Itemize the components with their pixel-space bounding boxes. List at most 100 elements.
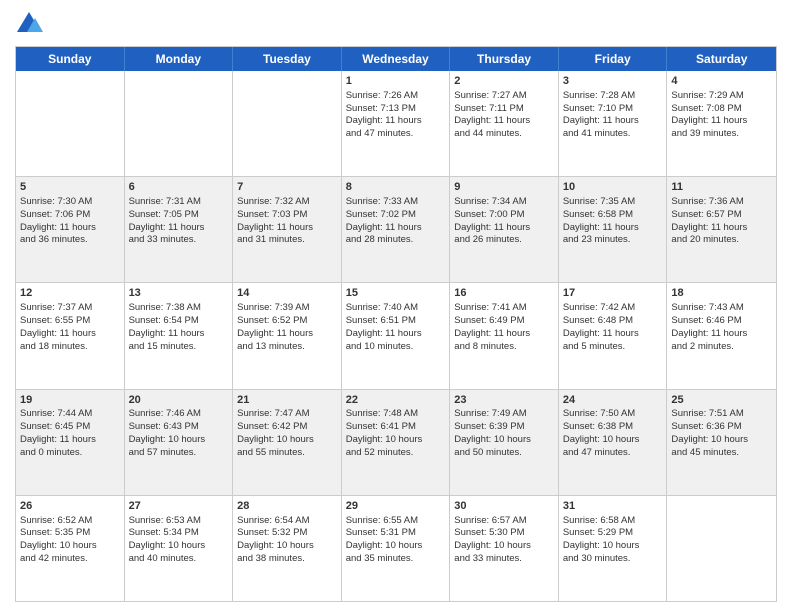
day-info-line: Daylight: 11 hours <box>237 222 337 235</box>
day-info-line: Sunset: 7:05 PM <box>129 209 229 222</box>
day-info-line: and 39 minutes. <box>671 128 772 141</box>
day-info-line: Daylight: 10 hours <box>563 540 663 553</box>
day-info-line: Daylight: 11 hours <box>129 222 229 235</box>
day-info-line: Sunset: 6:54 PM <box>129 315 229 328</box>
day-info-line: Daylight: 10 hours <box>129 540 229 553</box>
calendar-cell-21: 21Sunrise: 7:47 AMSunset: 6:42 PMDayligh… <box>233 390 342 495</box>
calendar-cell-27: 27Sunrise: 6:53 AMSunset: 5:34 PMDayligh… <box>125 496 234 601</box>
calendar-cell-2: 2Sunrise: 7:27 AMSunset: 7:11 PMDaylight… <box>450 71 559 176</box>
day-number: 11 <box>671 180 772 195</box>
day-number: 5 <box>20 180 120 195</box>
calendar-cell-9: 9Sunrise: 7:34 AMSunset: 7:00 PMDaylight… <box>450 177 559 282</box>
calendar-cell-10: 10Sunrise: 7:35 AMSunset: 6:58 PMDayligh… <box>559 177 668 282</box>
calendar-cell-8: 8Sunrise: 7:33 AMSunset: 7:02 PMDaylight… <box>342 177 451 282</box>
day-info-line: Sunrise: 7:29 AM <box>671 90 772 103</box>
calendar-cell-empty-0-1 <box>125 71 234 176</box>
day-info-line: and 42 minutes. <box>20 553 120 566</box>
day-info-line: Sunrise: 6:57 AM <box>454 515 554 528</box>
day-info-line: Daylight: 11 hours <box>237 328 337 341</box>
day-info-line: and 8 minutes. <box>454 341 554 354</box>
day-info-line: and 5 minutes. <box>563 341 663 354</box>
header-day-monday: Monday <box>125 47 234 71</box>
day-info-line: and 40 minutes. <box>129 553 229 566</box>
calendar-cell-3: 3Sunrise: 7:28 AMSunset: 7:10 PMDaylight… <box>559 71 668 176</box>
day-info-line: Sunrise: 7:43 AM <box>671 302 772 315</box>
day-info-line: Sunset: 5:30 PM <box>454 527 554 540</box>
day-number: 18 <box>671 286 772 301</box>
day-info-line: Sunset: 7:03 PM <box>237 209 337 222</box>
day-number: 31 <box>563 499 663 514</box>
calendar-cell-empty-4-6 <box>667 496 776 601</box>
day-info-line: Daylight: 10 hours <box>346 540 446 553</box>
calendar-cell-12: 12Sunrise: 7:37 AMSunset: 6:55 PMDayligh… <box>16 283 125 388</box>
day-info-line: Sunrise: 6:55 AM <box>346 515 446 528</box>
day-info-line: Sunset: 7:06 PM <box>20 209 120 222</box>
day-info-line: Sunrise: 7:39 AM <box>237 302 337 315</box>
day-info-line: and 33 minutes. <box>454 553 554 566</box>
day-info-line: Daylight: 11 hours <box>346 222 446 235</box>
day-info-line: and 44 minutes. <box>454 128 554 141</box>
page: SundayMondayTuesdayWednesdayThursdayFrid… <box>0 0 792 612</box>
calendar-cell-18: 18Sunrise: 7:43 AMSunset: 6:46 PMDayligh… <box>667 283 776 388</box>
day-info-line: Sunrise: 7:35 AM <box>563 196 663 209</box>
day-number: 2 <box>454 74 554 89</box>
calendar-cell-22: 22Sunrise: 7:48 AMSunset: 6:41 PMDayligh… <box>342 390 451 495</box>
day-info-line: Daylight: 11 hours <box>563 115 663 128</box>
day-info-line: Sunset: 5:34 PM <box>129 527 229 540</box>
day-info-line: Daylight: 10 hours <box>454 434 554 447</box>
day-info-line: Sunrise: 7:34 AM <box>454 196 554 209</box>
day-info-line: and 36 minutes. <box>20 234 120 247</box>
day-number: 14 <box>237 286 337 301</box>
day-number: 16 <box>454 286 554 301</box>
calendar-cell-7: 7Sunrise: 7:32 AMSunset: 7:03 PMDaylight… <box>233 177 342 282</box>
day-number: 13 <box>129 286 229 301</box>
day-number: 20 <box>129 393 229 408</box>
day-info-line: Daylight: 11 hours <box>20 434 120 447</box>
day-info-line: Sunrise: 7:27 AM <box>454 90 554 103</box>
header-day-saturday: Saturday <box>667 47 776 71</box>
day-number: 28 <box>237 499 337 514</box>
day-info-line: and 31 minutes. <box>237 234 337 247</box>
day-info-line: Daylight: 11 hours <box>671 328 772 341</box>
day-info-line: Sunrise: 6:58 AM <box>563 515 663 528</box>
day-info-line: and 57 minutes. <box>129 447 229 460</box>
header-day-sunday: Sunday <box>16 47 125 71</box>
day-info-line: Daylight: 11 hours <box>346 115 446 128</box>
calendar-cell-23: 23Sunrise: 7:49 AMSunset: 6:39 PMDayligh… <box>450 390 559 495</box>
day-info-line: Sunrise: 7:48 AM <box>346 408 446 421</box>
day-info-line: Daylight: 11 hours <box>671 115 772 128</box>
calendar-body: 1Sunrise: 7:26 AMSunset: 7:13 PMDaylight… <box>16 71 776 601</box>
calendar-cell-13: 13Sunrise: 7:38 AMSunset: 6:54 PMDayligh… <box>125 283 234 388</box>
logo <box>15 10 47 38</box>
day-info-line: and 20 minutes. <box>671 234 772 247</box>
header-day-wednesday: Wednesday <box>342 47 451 71</box>
day-number: 26 <box>20 499 120 514</box>
day-info-line: Sunset: 6:58 PM <box>563 209 663 222</box>
day-info-line: and 23 minutes. <box>563 234 663 247</box>
day-info-line: Sunset: 5:31 PM <box>346 527 446 540</box>
day-info-line: Sunrise: 7:26 AM <box>346 90 446 103</box>
calendar-cell-4: 4Sunrise: 7:29 AMSunset: 7:08 PMDaylight… <box>667 71 776 176</box>
calendar-row-4: 26Sunrise: 6:52 AMSunset: 5:35 PMDayligh… <box>16 496 776 601</box>
day-info-line: and 47 minutes. <box>563 447 663 460</box>
day-info-line: Sunset: 6:45 PM <box>20 421 120 434</box>
calendar-cell-11: 11Sunrise: 7:36 AMSunset: 6:57 PMDayligh… <box>667 177 776 282</box>
calendar-cell-31: 31Sunrise: 6:58 AMSunset: 5:29 PMDayligh… <box>559 496 668 601</box>
day-info-line: Sunrise: 7:38 AM <box>129 302 229 315</box>
day-number: 6 <box>129 180 229 195</box>
day-info-line: Sunset: 6:57 PM <box>671 209 772 222</box>
day-info-line: Sunset: 7:11 PM <box>454 103 554 116</box>
day-info-line: Daylight: 10 hours <box>129 434 229 447</box>
day-info-line: Sunset: 7:02 PM <box>346 209 446 222</box>
calendar-cell-14: 14Sunrise: 7:39 AMSunset: 6:52 PMDayligh… <box>233 283 342 388</box>
day-info-line: Daylight: 10 hours <box>563 434 663 447</box>
day-info-line: Sunrise: 7:51 AM <box>671 408 772 421</box>
day-number: 4 <box>671 74 772 89</box>
calendar-cell-28: 28Sunrise: 6:54 AMSunset: 5:32 PMDayligh… <box>233 496 342 601</box>
day-info-line: and 52 minutes. <box>346 447 446 460</box>
day-info-line: and 50 minutes. <box>454 447 554 460</box>
day-info-line: Daylight: 11 hours <box>454 115 554 128</box>
day-info-line: and 55 minutes. <box>237 447 337 460</box>
day-number: 10 <box>563 180 663 195</box>
day-info-line: Sunrise: 6:53 AM <box>129 515 229 528</box>
